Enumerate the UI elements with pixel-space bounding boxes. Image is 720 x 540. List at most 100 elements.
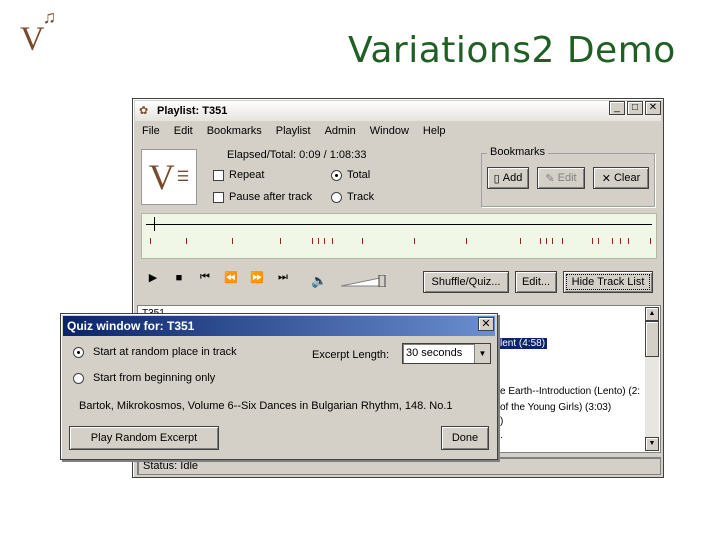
excerpt-length-label: Excerpt Length: xyxy=(312,349,390,361)
start-beginning-label: Start from beginning only xyxy=(93,372,216,384)
transport-controls: ▶ ■ ⏮ ⏪ ⏩ ⏭ xyxy=(145,271,291,284)
shuffle-quiz-button[interactable]: Shuffle/Quiz... xyxy=(423,271,509,293)
quiz-window: Quiz window for: T351 ✕ Start at random … xyxy=(60,313,498,460)
edit-icon: ✎ xyxy=(545,172,555,185)
menu-bar: File Edit Bookmarks Playlist Admin Windo… xyxy=(135,123,661,141)
track-marker xyxy=(552,238,553,244)
slide-title: Variations2 Demo xyxy=(348,30,676,71)
quiz-title: Quiz window for: T351 xyxy=(67,319,195,333)
track-marker xyxy=(232,238,233,244)
track-marker xyxy=(540,238,541,244)
variations-logo: V♫ xyxy=(20,7,57,58)
pause-label: Pause after track xyxy=(229,191,313,203)
track-marker xyxy=(318,238,319,244)
hide-track-list-button[interactable]: Hide Track List xyxy=(563,271,653,293)
repeat-option[interactable]: Repeat xyxy=(213,169,264,181)
track-marker xyxy=(414,238,415,244)
variations-app-logo: V ☰ xyxy=(141,149,197,205)
playhead[interactable] xyxy=(154,217,155,231)
track-marker xyxy=(562,238,563,244)
scroll-up-icon[interactable]: ▲ xyxy=(645,307,659,321)
track-row[interactable]: e Earth--Introduction (Lento) (2: xyxy=(500,386,640,397)
done-button[interactable]: Done xyxy=(441,426,489,450)
current-track-text: Bartok, Mikrokosmos, Volume 6--Six Dance… xyxy=(79,400,453,412)
play-random-excerpt-button[interactable]: Play Random Excerpt xyxy=(69,426,219,450)
tracklist-scrollbar[interactable]: ▲ ▼ xyxy=(645,307,659,451)
volume-slider[interactable] xyxy=(341,275,387,287)
track-marker xyxy=(362,238,363,244)
close-button[interactable]: ✕ xyxy=(645,101,661,115)
rewind-icon[interactable]: ⏪ xyxy=(223,271,239,284)
app-icon: ✿ xyxy=(139,105,149,117)
menu-playlist[interactable]: Playlist xyxy=(269,123,318,141)
total-label: Total xyxy=(347,169,371,181)
bookmarks-label: Bookmarks xyxy=(487,146,549,158)
track-marker xyxy=(312,238,313,244)
start-beginning-radio[interactable] xyxy=(73,372,84,384)
minimize-button[interactable]: _ xyxy=(609,101,625,115)
track-option[interactable]: Track xyxy=(331,191,374,203)
track-row[interactable]: . xyxy=(500,430,503,441)
menu-help[interactable]: Help xyxy=(416,123,453,141)
maximize-button[interactable]: □ xyxy=(627,101,643,115)
repeat-label: Repeat xyxy=(229,169,265,181)
stop-icon[interactable]: ■ xyxy=(171,272,187,284)
track-marker xyxy=(620,238,621,244)
menu-file[interactable]: File xyxy=(135,123,167,141)
window-title: Playlist: T351 xyxy=(157,105,228,117)
start-random-label: Start at random place in track xyxy=(93,346,237,358)
previous-track-icon[interactable]: ⏮ xyxy=(197,271,213,284)
track-radio[interactable] xyxy=(331,191,342,203)
fast-forward-icon[interactable]: ⏩ xyxy=(249,271,265,284)
menu-window[interactable]: Window xyxy=(363,123,416,141)
timeline-line xyxy=(146,224,652,225)
pause-after-track-checkbox[interactable] xyxy=(213,191,224,203)
window-titlebar[interactable]: ✿ Playlist: T351 xyxy=(135,101,661,121)
repeat-checkbox[interactable] xyxy=(213,169,224,181)
track-row[interactable]: of the Young Girls) (3:03) xyxy=(500,402,611,413)
elapsed-time: Elapsed/Total: 0:09 / 1:08:33 xyxy=(227,149,366,161)
chevron-down-icon[interactable]: ▼ xyxy=(474,344,490,363)
track-row-selected[interactable]: lent (4:58) xyxy=(498,338,548,349)
elapsed-label: Elapsed/Total: xyxy=(227,149,297,161)
track-row[interactable]: ) xyxy=(500,416,503,427)
track-timeline[interactable] xyxy=(141,213,657,259)
bookmark-add-button[interactable]: ▯ Add xyxy=(487,167,529,189)
track-marker xyxy=(592,238,593,244)
bookmark-icon: ▯ xyxy=(493,172,500,185)
play-icon[interactable]: ▶ xyxy=(145,271,161,284)
start-beginning-option[interactable]: Start from beginning only xyxy=(73,372,215,384)
volume-icon[interactable]: 🔈 xyxy=(311,273,327,289)
track-marker xyxy=(598,238,599,244)
scroll-thumb[interactable] xyxy=(645,321,659,357)
bookmark-clear-button[interactable]: ✕ Clear xyxy=(593,167,649,189)
scroll-down-icon[interactable]: ▼ xyxy=(645,437,659,451)
track-marker xyxy=(186,238,187,244)
start-random-option[interactable]: Start at random place in track xyxy=(73,346,237,358)
track-marker xyxy=(332,238,333,244)
track-marker xyxy=(628,238,629,244)
total-radio[interactable] xyxy=(331,169,342,181)
track-marker xyxy=(520,238,521,244)
track-marker xyxy=(650,238,651,244)
track-marker xyxy=(612,238,613,244)
pause-option[interactable]: Pause after track xyxy=(213,191,312,203)
excerpt-length-select[interactable]: 30 seconds ▼ xyxy=(402,343,491,364)
elapsed-value: 0:09 / 1:08:33 xyxy=(299,149,367,161)
total-option[interactable]: Total xyxy=(331,169,370,181)
track-marker xyxy=(324,238,325,244)
track-marker xyxy=(546,238,547,244)
excerpt-length-value: 30 seconds xyxy=(406,347,463,359)
edit-playlist-button[interactable]: Edit... xyxy=(515,271,557,293)
start-random-radio[interactable] xyxy=(73,346,84,358)
track-marker xyxy=(150,238,151,244)
bookmark-edit-button[interactable]: ✎ Edit xyxy=(537,167,585,189)
quiz-titlebar[interactable]: Quiz window for: T351 xyxy=(63,316,495,336)
track-label: Track xyxy=(347,191,375,203)
menu-edit[interactable]: Edit xyxy=(167,123,200,141)
clear-icon: ✕ xyxy=(601,172,611,185)
menu-bookmarks[interactable]: Bookmarks xyxy=(200,123,269,141)
menu-admin[interactable]: Admin xyxy=(318,123,363,141)
next-track-icon[interactable]: ⏭ xyxy=(275,271,291,284)
quiz-close-button[interactable]: ✕ xyxy=(478,317,494,331)
